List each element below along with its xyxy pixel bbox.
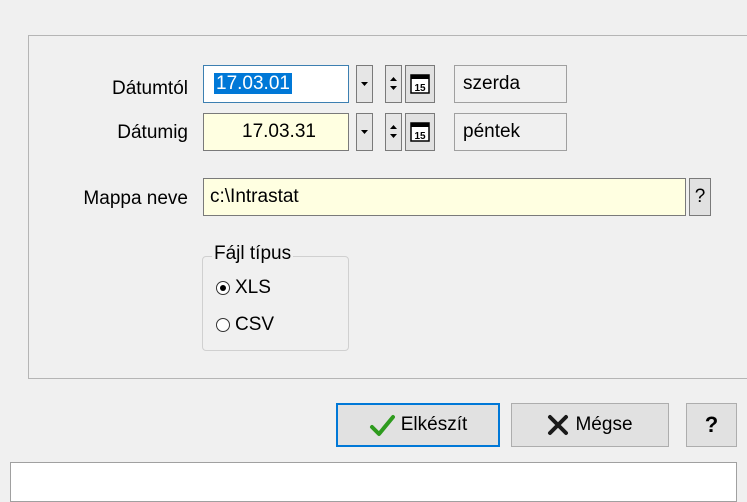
to-date-calendar-button[interactable]: 15	[405, 113, 435, 151]
spin-arrows-icon	[390, 77, 397, 90]
to-date-label: Dátumig	[117, 122, 188, 143]
folder-label: Mappa neve	[83, 188, 188, 209]
help-button-label: ?	[704, 412, 719, 437]
chevron-down-icon	[361, 82, 368, 86]
checkmark-icon	[369, 415, 395, 436]
to-date-spin-button[interactable]	[385, 113, 402, 151]
from-date-label: Dátumtól	[111, 78, 188, 99]
file-type-title: Fájl típus	[212, 243, 294, 264]
folder-help-button[interactable]: ?	[689, 178, 711, 216]
status-area	[10, 462, 737, 502]
from-date-input[interactable]: 17.03.01	[203, 65, 349, 103]
cancel-button[interactable]: Mégse	[511, 403, 669, 447]
from-weekday: szerda	[454, 65, 567, 103]
radio-selected-dot	[220, 285, 226, 291]
from-date-value: 17.03.01	[214, 73, 292, 94]
create-button[interactable]: Elkészít	[336, 403, 500, 447]
cross-icon	[548, 415, 569, 435]
svg-text:15: 15	[414, 83, 426, 94]
from-date-calendar-button[interactable]: 15	[405, 65, 435, 103]
calendar-icon: 15	[410, 122, 430, 142]
folder-input[interactable]: c:\Intrastat	[203, 178, 686, 216]
radio-csv-label[interactable]: CSV	[235, 314, 274, 336]
help-button[interactable]: ?	[686, 403, 737, 447]
radio-xls-label[interactable]: XLS	[235, 277, 271, 299]
file-type-group	[202, 256, 349, 351]
svg-text:15: 15	[414, 131, 426, 142]
spin-arrows-icon	[390, 125, 397, 138]
calendar-icon: 15	[410, 74, 430, 94]
radio-xls[interactable]	[216, 281, 230, 295]
create-button-label: Elkészít	[400, 414, 468, 435]
to-date-input[interactable]: 17.03.31	[203, 113, 349, 151]
cancel-button-label: Mégse	[575, 414, 633, 435]
to-weekday: péntek	[454, 113, 567, 151]
to-date-dropdown-button[interactable]	[356, 113, 373, 151]
from-date-dropdown-button[interactable]	[356, 65, 373, 103]
from-date-spin-button[interactable]	[385, 65, 402, 103]
chevron-down-icon	[361, 130, 368, 134]
radio-csv[interactable]	[216, 318, 230, 332]
